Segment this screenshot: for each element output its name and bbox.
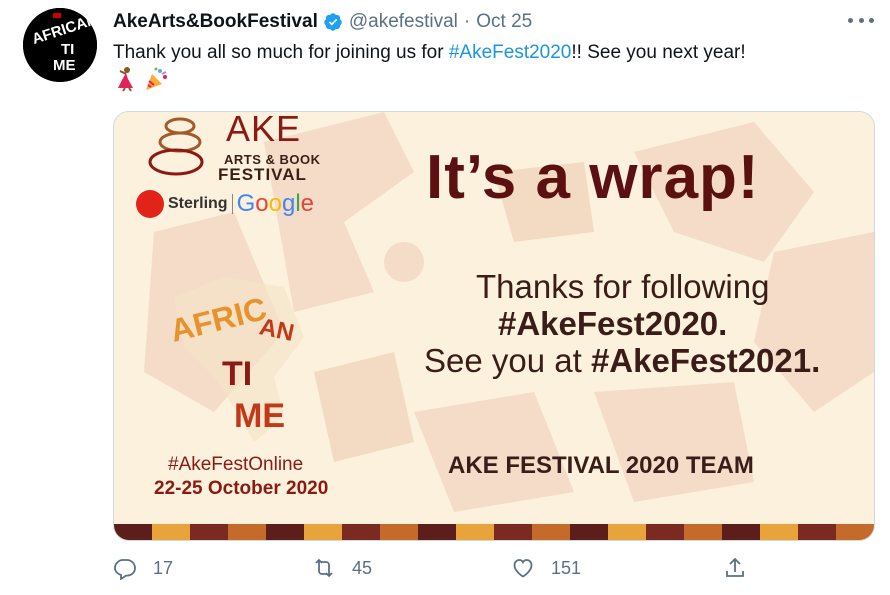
svg-text:TI: TI bbox=[222, 355, 252, 393]
like-button[interactable]: 151 bbox=[511, 556, 581, 580]
hashtag-link[interactable]: #AkeFest2020 bbox=[449, 42, 572, 63]
see-you-line: See you at #AkeFest2021. bbox=[424, 342, 820, 380]
tweet-text-start: Thank you all so much for joining us for bbox=[113, 42, 449, 63]
see-you-text: See you at bbox=[424, 342, 591, 379]
hashtag-2020: #AkeFest2020. bbox=[498, 305, 728, 342]
party-popper-emoji bbox=[146, 67, 167, 90]
ake-logo-word: AKE bbox=[226, 111, 302, 149]
dancer-emoji bbox=[118, 67, 133, 92]
retweet-count: 45 bbox=[352, 557, 373, 578]
hashtag-2021: #AkeFest2021. bbox=[590, 342, 821, 379]
ake-logo-festival: FESTIVAL bbox=[218, 165, 307, 184]
sponsor-divider bbox=[231, 194, 233, 214]
separator-dot: · bbox=[463, 11, 471, 32]
sterling-logo-text: Sterling bbox=[168, 195, 228, 212]
decorative-border bbox=[114, 524, 874, 540]
tweet-header: AkeArts&BookFestival @akefestival · Oct … bbox=[113, 9, 532, 35]
reply-count: 17 bbox=[153, 557, 174, 578]
display-name[interactable]: AkeArts&BookFestival bbox=[113, 11, 318, 33]
tweet[interactable]: AFRICAN TI ME AkeArts&BookFestival @akef… bbox=[0, 0, 890, 595]
google-logo: Google bbox=[236, 190, 315, 217]
african-time-artwork: AFRIC AN TI ME bbox=[167, 277, 304, 442]
avatar[interactable]: AFRICAN TI ME bbox=[23, 8, 97, 82]
heart-icon bbox=[513, 559, 533, 578]
ake-logo-icon bbox=[148, 117, 204, 176]
retweet-icon bbox=[315, 558, 333, 578]
verified-badge-icon bbox=[323, 12, 343, 32]
svg-text:ME: ME bbox=[53, 57, 76, 74]
sterling-logo-icon bbox=[136, 190, 164, 218]
share-button[interactable] bbox=[723, 556, 747, 580]
tweet-date[interactable]: Oct 25 bbox=[476, 11, 532, 33]
team-signature: AKE FESTIVAL 2020 TEAM bbox=[448, 452, 754, 479]
tweet-text: Thank you all so much for joining us for… bbox=[113, 40, 873, 65]
sponsor-logos: Sterling Google bbox=[136, 190, 314, 218]
reply-button[interactable]: 17 bbox=[113, 556, 173, 580]
retweet-button[interactable]: 45 bbox=[312, 556, 372, 580]
headline: It’s a wrap! bbox=[426, 143, 760, 212]
svg-text:ME: ME bbox=[234, 397, 285, 435]
reply-icon bbox=[114, 559, 136, 580]
handle[interactable]: @akefestival bbox=[349, 11, 458, 33]
thanks-line: Thanks for following bbox=[476, 268, 770, 305]
more-options-icon[interactable] bbox=[848, 10, 874, 30]
action-bar: 17 45 151 bbox=[113, 556, 753, 586]
online-hashtag: #AkeFestOnline bbox=[168, 454, 304, 475]
share-icon bbox=[726, 557, 744, 577]
event-dates: 22-25 October 2020 bbox=[154, 478, 329, 499]
tweet-text-end: !! See you next year! bbox=[571, 42, 746, 63]
media-card[interactable]: AKE ARTS & BOOK FESTIVAL Sterling Google… bbox=[113, 111, 875, 541]
like-count: 151 bbox=[551, 557, 582, 578]
svg-text:TI: TI bbox=[61, 41, 74, 58]
emoji-row bbox=[113, 66, 169, 92]
